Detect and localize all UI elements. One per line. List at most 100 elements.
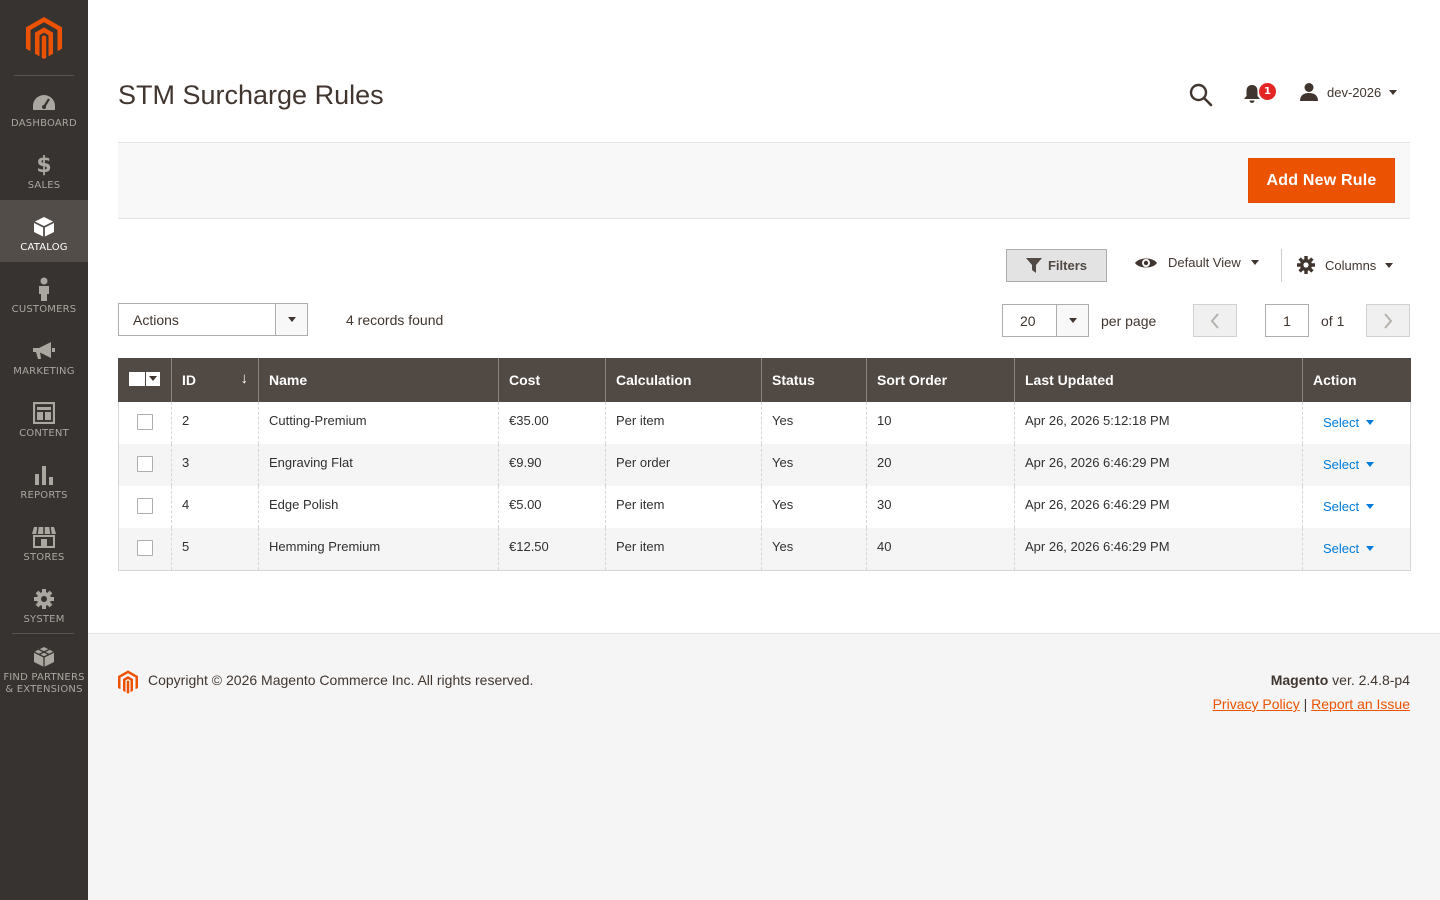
cell-sort-order: 40	[866, 528, 1015, 571]
sidebar-item-reports[interactable]: REPORTS	[0, 448, 88, 510]
row-checkbox[interactable]	[137, 456, 153, 472]
cubes-icon	[0, 644, 88, 670]
cell-action: Select	[1302, 402, 1411, 444]
mass-select-checkbox[interactable]	[129, 371, 160, 386]
column-header-status[interactable]: Status	[761, 358, 867, 402]
total-pages-label: of 1	[1321, 313, 1345, 329]
column-header-sort-order[interactable]: Sort Order	[866, 358, 1015, 402]
row-checkbox[interactable]	[137, 498, 153, 514]
chevron-down-icon	[1250, 260, 1259, 265]
row-checkbox[interactable]	[137, 540, 153, 556]
sidebar-item-sales[interactable]: $ SALES	[0, 138, 88, 200]
dashboard-icon	[0, 90, 88, 116]
user-account-menu[interactable]: dev-2026	[1299, 82, 1398, 102]
report-issue-link[interactable]: Report an Issue	[1311, 696, 1410, 712]
page-actions-bar: Add New Rule	[118, 142, 1410, 219]
magento-logo-icon	[118, 670, 138, 698]
cell-sort-order: 30	[866, 486, 1015, 528]
person-icon	[0, 276, 88, 302]
column-header-cost[interactable]: Cost	[498, 358, 606, 402]
eye-icon	[1135, 258, 1157, 267]
sidebar-item-label: CATALOG	[20, 242, 68, 253]
chevron-down-icon	[1366, 504, 1375, 509]
surcharge-rules-grid: ID ↓ Name Cost Calculation Status Sort Or…	[118, 358, 1411, 571]
dollar-icon: $	[36, 152, 52, 178]
cell-cost: €9.90	[498, 444, 606, 486]
user-icon	[1300, 83, 1318, 101]
row-checkbox-cell	[118, 486, 172, 528]
cell-status: Yes	[761, 486, 867, 528]
cell-id: 3	[171, 444, 259, 486]
cell-name: Edge Polish	[258, 486, 499, 528]
chevron-down-icon	[1385, 262, 1394, 268]
sidebar-item-customers[interactable]: CUSTOMERS	[0, 262, 88, 324]
magento-logo-icon[interactable]	[0, 0, 88, 76]
row-checkbox[interactable]	[137, 414, 153, 430]
chevron-down-icon[interactable]	[275, 304, 307, 335]
columns-dropdown[interactable]: Columns	[1296, 255, 1394, 275]
previous-page-button[interactable]	[1193, 304, 1237, 337]
filters-label: Filters	[1047, 258, 1087, 273]
sidebar-item-label: CUSTOMERS	[11, 304, 77, 315]
add-new-rule-button[interactable]: Add New Rule	[1248, 158, 1395, 203]
column-header-calculation[interactable]: Calculation	[605, 358, 762, 402]
notification-count-badge: 1	[1258, 82, 1277, 101]
row-action-select[interactable]: Select	[1323, 415, 1375, 430]
table-row[interactable]: 4 Edge Polish €5.00 Per item Yes 30 Apr …	[118, 486, 1411, 528]
chevron-down-icon	[1366, 420, 1375, 425]
sidebar-item-system[interactable]: SYSTEM	[0, 572, 88, 634]
sidebar-item-dashboard[interactable]: DASHBOARD	[0, 76, 88, 138]
store-icon	[0, 524, 88, 550]
box-icon	[0, 214, 88, 240]
next-page-button[interactable]	[1366, 304, 1410, 337]
sidebar-item-stores[interactable]: STORES	[0, 510, 88, 572]
copyright-text: Copyright © 2026 Magento Commerce Inc. A…	[148, 672, 534, 688]
privacy-policy-link[interactable]: Privacy Policy	[1213, 696, 1300, 712]
chevron-down-icon[interactable]	[146, 371, 160, 386]
search-icon[interactable]	[1188, 82, 1214, 112]
footer-link-separator: |	[1303, 696, 1308, 712]
column-header-action: Action	[1302, 358, 1411, 402]
toolbar-divider	[1281, 249, 1282, 282]
chevron-down-icon[interactable]	[1056, 305, 1088, 336]
records-found-count: 4 records found	[346, 312, 444, 328]
filters-button[interactable]: Filters	[1006, 249, 1107, 282]
chevron-left-icon	[1210, 312, 1219, 329]
sidebar-item-marketing[interactable]: MARKETING	[0, 324, 88, 386]
admin-sidebar: DASHBOARD $ SALES CATALOG CUSTOMERS MARK…	[0, 0, 88, 900]
layout-icon	[0, 400, 88, 426]
view-label: Default View	[1168, 255, 1241, 270]
cell-last-updated: Apr 26, 2026 5:12:18 PM	[1014, 402, 1303, 444]
mass-select-header[interactable]	[118, 358, 172, 402]
row-action-select[interactable]: Select	[1323, 541, 1375, 556]
cell-status: Yes	[761, 444, 867, 486]
version-text: Magento ver. 2.4.8-p4	[1270, 672, 1410, 688]
cell-action: Select	[1302, 528, 1411, 571]
column-header-name[interactable]: Name	[258, 358, 499, 402]
current-page-input[interactable]: 1	[1265, 304, 1309, 337]
row-action-select[interactable]: Select	[1323, 457, 1375, 472]
sidebar-item-catalog[interactable]: CATALOG	[0, 200, 88, 262]
row-action-select[interactable]: Select	[1323, 499, 1375, 514]
cell-calculation: Per item	[605, 528, 762, 571]
per-page-select[interactable]: 20	[1002, 304, 1089, 337]
cell-sort-order: 10	[866, 402, 1015, 444]
sidebar-item-find-partners[interactable]: FIND PARTNERS & EXTENSIONS	[0, 634, 88, 704]
default-view-dropdown[interactable]: Default View	[1134, 255, 1259, 270]
mass-actions-select[interactable]: Actions	[118, 303, 308, 336]
sidebar-item-content[interactable]: CONTENT	[0, 386, 88, 448]
sidebar-item-label: SYSTEM	[23, 614, 65, 625]
table-row[interactable]: 2 Cutting-Premium €35.00 Per item Yes 10…	[118, 402, 1411, 444]
footer-links: Privacy Policy | Report an Issue	[1213, 696, 1410, 712]
table-row[interactable]: 3 Engraving Flat €9.90 Per order Yes 20 …	[118, 444, 1411, 486]
page-title: STM Surcharge Rules	[118, 80, 384, 110]
table-row[interactable]: 5 Hemming Premium €12.50 Per item Yes 40…	[118, 528, 1411, 571]
column-header-id[interactable]: ID ↓	[171, 358, 259, 402]
gear-icon	[0, 586, 88, 612]
cell-calculation: Per order	[605, 444, 762, 486]
cell-status: Yes	[761, 402, 867, 444]
chevron-right-icon	[1384, 312, 1393, 329]
chevron-down-icon	[1366, 462, 1375, 467]
sort-descending-icon: ↓	[240, 370, 249, 387]
column-header-last-updated[interactable]: Last Updated	[1014, 358, 1303, 402]
